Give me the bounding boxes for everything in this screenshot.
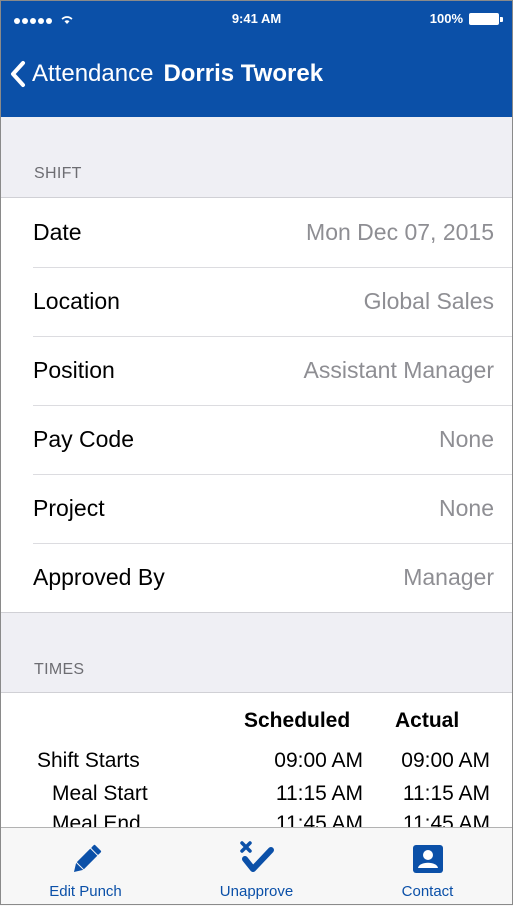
col-header-scheduled: Scheduled [244,709,351,732]
scheduled-time: 09:00 AM [274,749,363,772]
nav-bar: Attendance Dorris Tworek [0,52,513,96]
row-label: Date [33,219,82,245]
times-section-header: TIMES [0,613,513,692]
back-label: Attendance [32,60,154,87]
row-label: Position [33,357,115,383]
row-label: Project [33,495,105,521]
times-row-label: Meal Start [52,782,148,805]
shift-row-date[interactable]: Date Mon Dec 07, 2015 [0,198,513,267]
actual-time: 11:45 AM [402,812,490,827]
row-value: Mon Dec 07, 2015 [306,219,494,245]
times-table: Scheduled Actual Shift Starts 09:00 AM 0… [0,692,513,827]
shift-row-approved-by[interactable]: Approved By Manager [0,543,513,612]
times-row-label: Meal End [52,812,141,827]
content-scroll[interactable]: SHIFT Date Mon Dec 07, 2015 Location Glo… [0,117,513,827]
unapprove-button[interactable]: Unapprove [171,828,342,906]
row-label: Location [33,288,120,314]
scheduled-time: 11:15 AM [275,782,363,805]
row-label: Pay Code [33,426,135,452]
status-bar: 9:41 AM 100% [0,0,513,40]
shift-row-project[interactable]: Project None [0,474,513,543]
actual-time: 09:00 AM [401,749,490,772]
battery-status: 100% [429,11,503,26]
row-value: Manager [403,564,494,590]
tab-label: Unapprove [219,883,294,900]
row-value: None [439,495,494,521]
row-value: Assistant Manager [303,357,494,383]
back-button[interactable]: Attendance [10,60,153,88]
row-label: Approved By [33,564,165,590]
page-title: Dorris Tworek [163,60,324,87]
battery-icon [469,12,503,25]
edit-punch-button[interactable]: Edit Punch [0,828,171,906]
actual-time: 11:15 AM [402,782,490,805]
tab-bar: Edit Punch Unapprove Contact [0,827,513,906]
shift-section-title: SHIFT [34,165,82,182]
contact-button[interactable]: Contact [342,828,513,906]
shift-section-header: SHIFT [0,117,513,197]
tab-label: Edit Punch [49,883,122,900]
chevron-left-icon [10,60,26,88]
scheduled-time: 11:45 AM [275,812,363,827]
battery-percent: 100% [429,11,463,26]
unapprove-check-icon [238,839,276,882]
times-row-label: Shift Starts [37,749,140,772]
shift-row-pay-code[interactable]: Pay Code None [0,405,513,474]
row-value: Global Sales [363,288,494,314]
shift-list: Date Mon Dec 07, 2015 Location Global Sa… [0,197,513,613]
times-section-title: TIMES [34,661,85,678]
header: 9:41 AM 100% Attendance Dorris Tworek [0,0,513,117]
contact-card-icon [412,844,444,879]
row-value: None [439,426,494,452]
col-header-actual: Actual [395,709,460,732]
shift-row-location[interactable]: Location Global Sales [0,267,513,336]
tab-label: Contact [401,883,454,900]
pencil-icon [69,843,103,882]
shift-row-position[interactable]: Position Assistant Manager [0,336,513,405]
